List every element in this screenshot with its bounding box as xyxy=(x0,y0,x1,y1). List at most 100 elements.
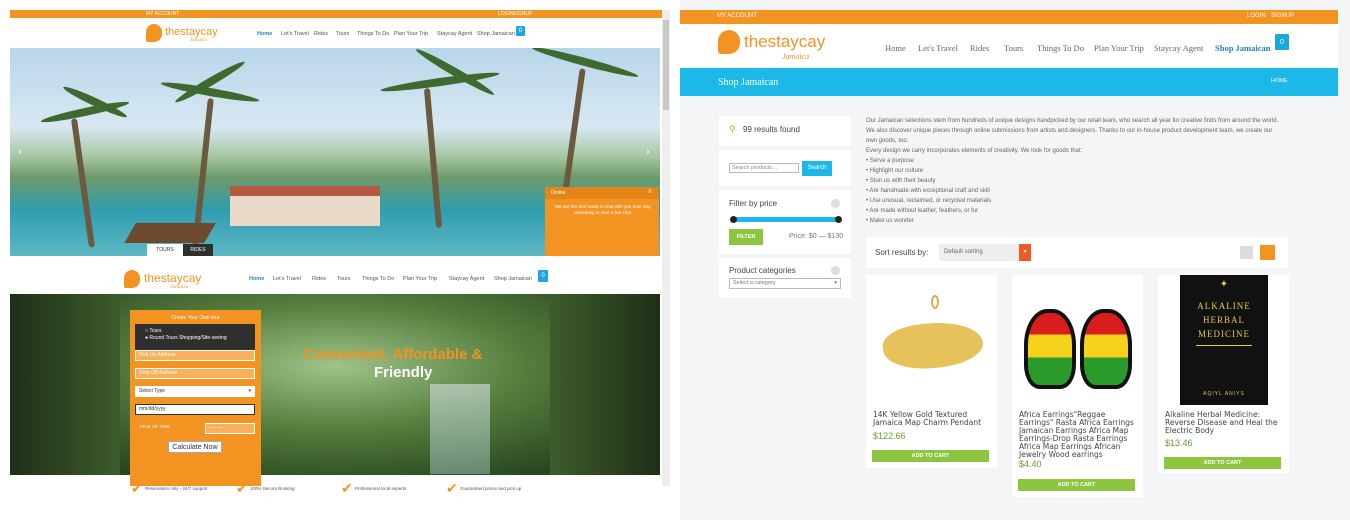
list-view-icon[interactable] xyxy=(1240,246,1253,259)
nav-home[interactable]: Home xyxy=(249,276,264,282)
product-image[interactable]: ✦ Alkaline Herbal Medicine Aqiyl Aniys xyxy=(1180,275,1268,405)
cart-icon[interactable]: 0 xyxy=(516,26,525,36)
filter-title: Filter by price xyxy=(729,199,778,208)
nav-lets-travel[interactable]: Let's Travel xyxy=(281,31,309,37)
price-slider[interactable] xyxy=(733,217,839,222)
date-input[interactable]: mm/dd/yyyy xyxy=(135,404,255,415)
nav-plan-your-trip[interactable]: Plan Your Trip xyxy=(403,276,437,282)
nav-tours[interactable]: Tours xyxy=(336,31,349,37)
tab-tours[interactable]: TOURS xyxy=(147,244,183,256)
logo-sub: Jamaica xyxy=(190,38,207,43)
feature-item: Reservation only - 24/7 support xyxy=(145,486,208,491)
slider-next-icon[interactable]: › xyxy=(646,146,650,158)
resort-building xyxy=(230,186,380,226)
slider-handle-min[interactable] xyxy=(730,216,737,223)
my-account-link[interactable]: MY ACCOUNT xyxy=(146,11,179,17)
category-select[interactable]: Select a category ▾ xyxy=(729,278,841,289)
site-logo[interactable]: thestaycay Jamaica xyxy=(718,28,848,64)
search-input[interactable]: Search products… xyxy=(729,163,799,173)
product-title[interactable]: Africa Earrings"Reggae Earrings" Rasta A… xyxy=(1019,411,1139,459)
results-box: ⚲ 99 results found xyxy=(719,116,851,146)
categories-box: Product categories Select a category ▾ xyxy=(719,258,851,298)
nav-home[interactable]: Home xyxy=(257,31,272,37)
logo-name: thestaycay xyxy=(744,32,826,51)
slider-handle-max[interactable] xyxy=(835,216,842,223)
product-image[interactable] xyxy=(1022,279,1134,407)
site-logo[interactable]: thestaycay Jamaica xyxy=(146,22,236,46)
product-card[interactable]: ✦ Alkaline Herbal Medicine Aqiyl Aniys A… xyxy=(1158,275,1289,473)
nav-staycay-agent[interactable]: Staycay Agent xyxy=(437,31,472,37)
signup-link[interactable]: SIGNUP xyxy=(1271,13,1294,19)
nav-tours[interactable]: Tours xyxy=(337,276,350,282)
cart-icon[interactable]: 0 xyxy=(1275,34,1289,50)
cart-icon[interactable]: 0 xyxy=(538,270,548,282)
signup-link[interactable]: SIGNUP xyxy=(513,11,532,17)
add-to-cart-button[interactable]: ADD TO CART xyxy=(872,450,989,462)
pickup-time-input[interactable]: --:-- -- xyxy=(205,423,255,434)
description-line: • Make us wonder xyxy=(866,218,914,224)
results-count: 99 results found xyxy=(743,125,800,134)
product-card[interactable]: 14K Yellow Gold Textured Jamaica Map Cha… xyxy=(866,275,997,468)
tab-rides[interactable]: RIDES xyxy=(183,244,213,256)
dropoff-address-input[interactable]: Drop Off Address xyxy=(135,368,255,379)
calculate-now-button[interactable]: Calculate Now xyxy=(168,441,222,453)
nav-shop-jamaican[interactable]: Shop Jamaican xyxy=(494,276,532,282)
login-link[interactable]: LOGIN xyxy=(1247,13,1266,19)
scrollbar[interactable] xyxy=(662,10,670,486)
nav-staycay-agent[interactable]: Staycay Agent xyxy=(1154,43,1203,53)
sort-bar: Sort results by: Default sorting ▾ xyxy=(866,237,1288,268)
radio-round-tours[interactable]: ● Round Tours Shopping/Site-seeing xyxy=(145,335,227,341)
lounge-chairs xyxy=(124,223,216,243)
live-chat-widget[interactable]: Online ≡ We are live and ready to chat w… xyxy=(545,187,659,256)
book-author: Aqiyl Aniys xyxy=(1203,391,1245,397)
search-button[interactable]: Search xyxy=(802,161,832,176)
pickup-address-input[interactable]: Pick Up Address xyxy=(135,350,255,361)
nav-lets-travel[interactable]: Let's Travel xyxy=(273,276,301,282)
pickup-time-label: PICK UP TIME xyxy=(140,424,170,429)
chevron-down-icon[interactable]: ▾ xyxy=(1019,244,1031,261)
collapse-icon[interactable] xyxy=(831,199,840,208)
nav-things-to-do[interactable]: Things To Do xyxy=(357,31,389,37)
product-card[interactable]: Africa Earrings"Reggae Earrings" Rasta A… xyxy=(1012,275,1143,497)
palm-tree xyxy=(423,88,443,228)
logo-sub: Jamaica xyxy=(170,284,189,290)
radio-tours[interactable]: ○ Tours xyxy=(145,328,162,334)
add-to-cart-button[interactable]: ADD TO CART xyxy=(1018,479,1135,491)
nav-shop-jamaican[interactable]: Shop Jamaican xyxy=(1215,43,1271,53)
site-logo[interactable]: thestaycay Jamaica xyxy=(124,268,224,294)
create-tour-form: Create Your Own tour ○ Tours ● Round Tou… xyxy=(130,310,261,486)
nav-rides[interactable]: Rides xyxy=(314,31,328,37)
logo-icon xyxy=(718,30,740,54)
nav-things-to-do[interactable]: Things To Do xyxy=(1037,43,1084,53)
nav-staycay-agent[interactable]: Staycay Agent xyxy=(449,276,484,282)
login-link[interactable]: LOGIN xyxy=(498,11,514,17)
nav-plan-your-trip[interactable]: Plan Your Trip xyxy=(394,31,428,37)
product-image[interactable] xyxy=(876,295,986,380)
product-title[interactable]: Alkaline Herbal Medicine: Reverse Diseas… xyxy=(1165,411,1285,435)
breadcrumb[interactable]: HOME xyxy=(1271,78,1288,84)
book-title-line: Alkaline xyxy=(1197,301,1251,311)
description-line: We also discover unique pieces through o… xyxy=(866,128,1273,134)
nav-tours[interactable]: Tours xyxy=(1004,43,1023,53)
filter-button[interactable]: FILTER xyxy=(729,229,763,245)
sort-select[interactable]: Default sorting xyxy=(939,244,1031,261)
check-icon: ✔ xyxy=(131,480,143,496)
grid-view-icon[interactable] xyxy=(1260,245,1275,260)
select-type-dropdown[interactable]: Select Type ▾ xyxy=(135,386,255,397)
collapse-icon[interactable] xyxy=(831,266,840,275)
description-line: own goods, too. xyxy=(866,138,909,144)
product-title[interactable]: 14K Yellow Gold Textured Jamaica Map Cha… xyxy=(873,411,991,427)
nav-home[interactable]: Home xyxy=(885,43,906,53)
nav-rides[interactable]: Rides xyxy=(970,43,989,53)
description-line: Every design we carry incorporates eleme… xyxy=(866,148,1083,154)
nav-lets-travel[interactable]: Let's Travel xyxy=(918,43,958,53)
nav-things-to-do[interactable]: Things To Do xyxy=(362,276,394,282)
nav-plan-your-trip[interactable]: Plan Your Trip xyxy=(1094,43,1144,53)
my-account-link[interactable]: MY ACCOUNT xyxy=(717,13,757,19)
description-line: • Highlight our culture xyxy=(866,168,924,174)
add-to-cart-button[interactable]: ADD TO CART xyxy=(1164,457,1281,469)
nav-shop-jamaican[interactable]: Shop Jamaican xyxy=(477,31,515,37)
slider-prev-icon[interactable]: ‹ xyxy=(18,146,22,158)
chat-menu-icon[interactable]: ≡ xyxy=(648,189,652,195)
nav-rides[interactable]: Rides xyxy=(312,276,326,282)
